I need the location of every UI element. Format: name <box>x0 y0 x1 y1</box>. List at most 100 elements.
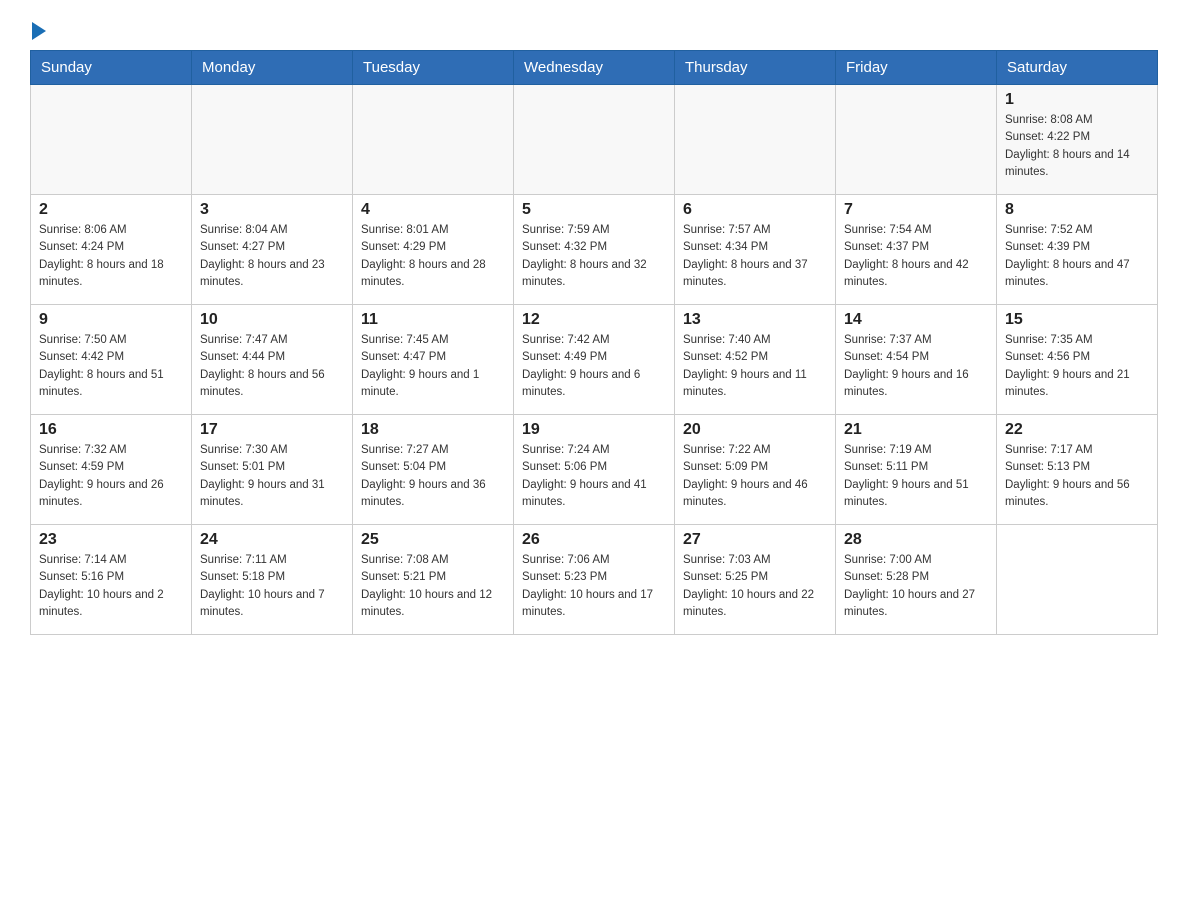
day-number: 22 <box>1005 421 1149 439</box>
day-info: Sunrise: 7:50 AMSunset: 4:42 PMDaylight:… <box>39 332 183 401</box>
day-info: Sunrise: 7:42 AMSunset: 4:49 PMDaylight:… <box>522 332 666 401</box>
day-number: 14 <box>844 311 988 329</box>
day-number: 17 <box>200 421 344 439</box>
day-info: Sunrise: 7:11 AMSunset: 5:18 PMDaylight:… <box>200 552 344 621</box>
calendar-cell: 8Sunrise: 7:52 AMSunset: 4:39 PMDaylight… <box>997 195 1158 305</box>
day-info: Sunrise: 8:01 AMSunset: 4:29 PMDaylight:… <box>361 222 505 291</box>
day-number: 27 <box>683 531 827 549</box>
calendar-cell <box>31 85 192 195</box>
calendar-cell: 16 Sunrise: 7:32 AMSunset: 4:59 PMDayligh… <box>31 415 192 525</box>
calendar-cell: 13 Sunrise: 7:40 AMSunset: 4:52 PMDayligh… <box>675 305 836 415</box>
calendar-cell: 1 Sunrise: 8:08 AMSunset: 4:22 PMDaylight… <box>997 85 1158 195</box>
calendar-cell: 19 Sunrise: 7:24 AMSunset: 5:06 PMDayligh… <box>514 415 675 525</box>
day-info: Sunrise: 7:14 AMSunset: 5:16 PMDaylight:… <box>39 552 183 621</box>
logo <box>30 20 46 40</box>
calendar-cell: 24 Sunrise: 7:11 AMSunset: 5:18 PMDayligh… <box>192 525 353 635</box>
day-info: Sunrise: 7:40 AMSunset: 4:52 PMDaylight:… <box>683 332 827 401</box>
day-number: 15 <box>1005 311 1149 329</box>
day-number: 10 <box>200 311 344 329</box>
day-number: 24 <box>200 531 344 549</box>
day-number: 13 <box>683 311 827 329</box>
calendar-cell <box>997 525 1158 635</box>
week-row-3: 9 Sunrise: 7:50 AMSunset: 4:42 PMDaylight… <box>31 305 1158 415</box>
day-info: Sunrise: 7:54 AMSunset: 4:37 PMDaylight:… <box>844 222 988 291</box>
day-info: Sunrise: 7:22 AMSunset: 5:09 PMDaylight:… <box>683 442 827 511</box>
day-number: 8 <box>1005 201 1149 219</box>
day-number: 16 <box>39 421 183 439</box>
weekday-header-tuesday: Tuesday <box>353 51 514 85</box>
day-number: 3 <box>200 201 344 219</box>
calendar-cell: 22 Sunrise: 7:17 AMSunset: 5:13 PMDayligh… <box>997 415 1158 525</box>
day-number: 2 <box>39 201 183 219</box>
weekday-header-wednesday: Wednesday <box>514 51 675 85</box>
day-info: Sunrise: 7:30 AMSunset: 5:01 PMDaylight:… <box>200 442 344 511</box>
day-number: 28 <box>844 531 988 549</box>
calendar-cell: 14 Sunrise: 7:37 AMSunset: 4:54 PMDayligh… <box>836 305 997 415</box>
week-row-1: 1 Sunrise: 8:08 AMSunset: 4:22 PMDaylight… <box>31 85 1158 195</box>
calendar-cell: 12 Sunrise: 7:42 AMSunset: 4:49 PMDayligh… <box>514 305 675 415</box>
calendar-cell <box>192 85 353 195</box>
day-number: 21 <box>844 421 988 439</box>
calendar-cell: 7 Sunrise: 7:54 AMSunset: 4:37 PMDaylight… <box>836 195 997 305</box>
day-info: Sunrise: 7:24 AMSunset: 5:06 PMDaylight:… <box>522 442 666 511</box>
day-info: Sunrise: 8:04 AMSunset: 4:27 PMDaylight:… <box>200 222 344 291</box>
day-info: Sunrise: 7:17 AMSunset: 5:13 PMDaylight:… <box>1005 442 1149 511</box>
day-info: Sunrise: 7:27 AMSunset: 5:04 PMDaylight:… <box>361 442 505 511</box>
calendar-cell: 20 Sunrise: 7:22 AMSunset: 5:09 PMDayligh… <box>675 415 836 525</box>
day-info: Sunrise: 7:57 AMSunset: 4:34 PMDaylight:… <box>683 222 827 291</box>
calendar-cell: 25 Sunrise: 7:08 AMSunset: 5:21 PMDayligh… <box>353 525 514 635</box>
day-number: 11 <box>361 311 505 329</box>
calendar-cell: 5 Sunrise: 7:59 AMSunset: 4:32 PMDaylight… <box>514 195 675 305</box>
calendar-cell: 4 Sunrise: 8:01 AMSunset: 4:29 PMDaylight… <box>353 195 514 305</box>
day-number: 7 <box>844 201 988 219</box>
day-info: Sunrise: 7:00 AMSunset: 5:28 PMDaylight:… <box>844 552 988 621</box>
page-header <box>30 20 1158 40</box>
day-number: 25 <box>361 531 505 549</box>
day-info: Sunrise: 7:03 AMSunset: 5:25 PMDaylight:… <box>683 552 827 621</box>
day-number: 1 <box>1005 91 1149 109</box>
weekday-header-sunday: Sunday <box>31 51 192 85</box>
day-info: Sunrise: 7:32 AMSunset: 4:59 PMDaylight:… <box>39 442 183 511</box>
day-number: 26 <box>522 531 666 549</box>
day-info: Sunrise: 7:45 AMSunset: 4:47 PMDaylight:… <box>361 332 505 401</box>
day-number: 20 <box>683 421 827 439</box>
day-info: Sunrise: 7:37 AMSunset: 4:54 PMDaylight:… <box>844 332 988 401</box>
calendar-cell: 21 Sunrise: 7:19 AMSunset: 5:11 PMDayligh… <box>836 415 997 525</box>
week-row-4: 16 Sunrise: 7:32 AMSunset: 4:59 PMDayligh… <box>31 415 1158 525</box>
week-row-2: 2 Sunrise: 8:06 AMSunset: 4:24 PMDaylight… <box>31 195 1158 305</box>
calendar-cell: 26 Sunrise: 7:06 AMSunset: 5:23 PMDayligh… <box>514 525 675 635</box>
calendar-cell <box>836 85 997 195</box>
calendar-cell: 3 Sunrise: 8:04 AMSunset: 4:27 PMDaylight… <box>192 195 353 305</box>
weekday-header-row: SundayMondayTuesdayWednesdayThursdayFrid… <box>31 51 1158 85</box>
day-number: 12 <box>522 311 666 329</box>
calendar-cell: 9 Sunrise: 7:50 AMSunset: 4:42 PMDaylight… <box>31 305 192 415</box>
calendar-cell: 23Sunrise: 7:14 AMSunset: 5:16 PMDayligh… <box>31 525 192 635</box>
day-number: 19 <box>522 421 666 439</box>
weekday-header-saturday: Saturday <box>997 51 1158 85</box>
day-info: Sunrise: 7:19 AMSunset: 5:11 PMDaylight:… <box>844 442 988 511</box>
day-info: Sunrise: 7:59 AMSunset: 4:32 PMDaylight:… <box>522 222 666 291</box>
calendar-cell: 18 Sunrise: 7:27 AMSunset: 5:04 PMDayligh… <box>353 415 514 525</box>
calendar-cell: 11 Sunrise: 7:45 AMSunset: 4:47 PMDayligh… <box>353 305 514 415</box>
day-info: Sunrise: 8:08 AMSunset: 4:22 PMDaylight:… <box>1005 112 1149 181</box>
day-number: 6 <box>683 201 827 219</box>
weekday-header-monday: Monday <box>192 51 353 85</box>
week-row-5: 23Sunrise: 7:14 AMSunset: 5:16 PMDayligh… <box>31 525 1158 635</box>
calendar-cell: 28 Sunrise: 7:00 AMSunset: 5:28 PMDayligh… <box>836 525 997 635</box>
day-info: Sunrise: 8:06 AMSunset: 4:24 PMDaylight:… <box>39 222 183 291</box>
day-number: 9 <box>39 311 183 329</box>
day-info: Sunrise: 7:08 AMSunset: 5:21 PMDaylight:… <box>361 552 505 621</box>
day-number: 4 <box>361 201 505 219</box>
calendar-cell <box>353 85 514 195</box>
calendar-cell: 6 Sunrise: 7:57 AMSunset: 4:34 PMDaylight… <box>675 195 836 305</box>
day-number: 5 <box>522 201 666 219</box>
calendar-cell <box>514 85 675 195</box>
weekday-header-thursday: Thursday <box>675 51 836 85</box>
calendar-cell: 10Sunrise: 7:47 AMSunset: 4:44 PMDayligh… <box>192 305 353 415</box>
calendar-cell <box>675 85 836 195</box>
day-info: Sunrise: 7:35 AMSunset: 4:56 PMDaylight:… <box>1005 332 1149 401</box>
day-number: 18 <box>361 421 505 439</box>
day-info: Sunrise: 7:06 AMSunset: 5:23 PMDaylight:… <box>522 552 666 621</box>
calendar-cell: 27 Sunrise: 7:03 AMSunset: 5:25 PMDayligh… <box>675 525 836 635</box>
logo-arrow-icon <box>32 22 46 40</box>
